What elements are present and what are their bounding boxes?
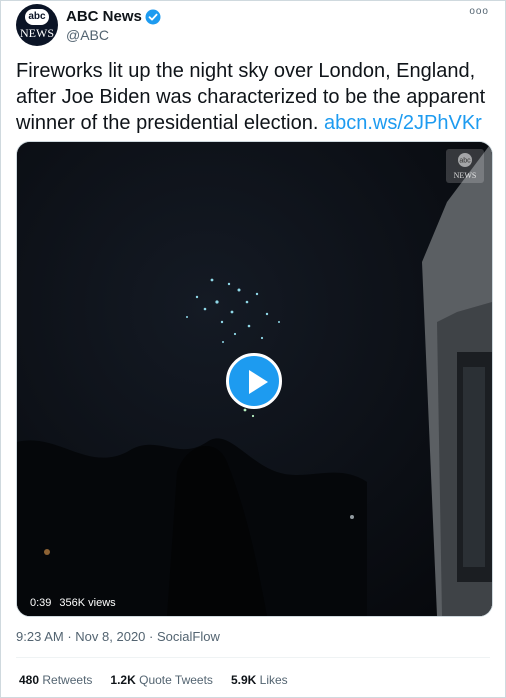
video-info: 0:39 356K views xyxy=(30,597,116,609)
avatar-abc-logo: abc xyxy=(25,9,49,25)
watermark-news-text: NEWS xyxy=(454,171,477,180)
tweet-time[interactable]: 9:23 AM xyxy=(16,629,64,644)
likes-count: 5.9K xyxy=(230,673,257,687)
play-icon xyxy=(249,370,268,394)
retweets-count: 480 xyxy=(19,673,40,687)
quotes-label: Quote Tweets xyxy=(139,673,213,687)
tweet-source[interactable]: SocialFlow xyxy=(157,629,220,644)
author-handle[interactable]: @ABC xyxy=(66,27,109,43)
quotes-count: 1.2K xyxy=(110,673,136,687)
author-name[interactable]: ABC News xyxy=(66,8,142,25)
play-button[interactable] xyxy=(226,353,282,409)
meta-separator: · xyxy=(67,629,72,644)
video-player[interactable]: abc NEWS 0:39 356K views xyxy=(16,141,493,617)
retweets-label: Retweets xyxy=(42,673,93,687)
more-options-icon[interactable]: ooo xyxy=(469,6,489,17)
meta-separator: · xyxy=(149,629,154,644)
likes-label: Likes xyxy=(259,673,288,687)
tweet-stats: 480 Retweets 1.2K Quote Tweets 5.9K Like… xyxy=(19,673,288,687)
abc-news-watermark-icon: abc NEWS xyxy=(446,149,484,183)
tweet-date[interactable]: Nov 8, 2020 xyxy=(75,629,145,644)
avatar[interactable]: abc NEWS xyxy=(16,4,58,46)
divider xyxy=(16,657,490,658)
avatar-news-word: NEWS xyxy=(20,26,54,40)
author-name-row[interactable]: ABC News xyxy=(66,8,161,25)
video-duration: 0:39 xyxy=(30,597,52,609)
verified-badge-icon xyxy=(145,9,161,25)
tweet-text: Fireworks lit up the night sky over Lond… xyxy=(16,58,490,136)
likes-stat[interactable]: 5.9K Likes xyxy=(231,673,288,687)
watermark-abc-text: abc xyxy=(459,158,471,165)
tweet-meta: 9:23 AM · Nov 8, 2020 · SocialFlow xyxy=(16,629,220,644)
tweet-link[interactable]: abcn.ws/2JPhVKr xyxy=(324,112,482,134)
quote-tweets-stat[interactable]: 1.2K Quote Tweets xyxy=(110,673,213,687)
video-views: 356K views xyxy=(59,597,116,609)
retweets-stat[interactable]: 480 Retweets xyxy=(19,673,92,687)
